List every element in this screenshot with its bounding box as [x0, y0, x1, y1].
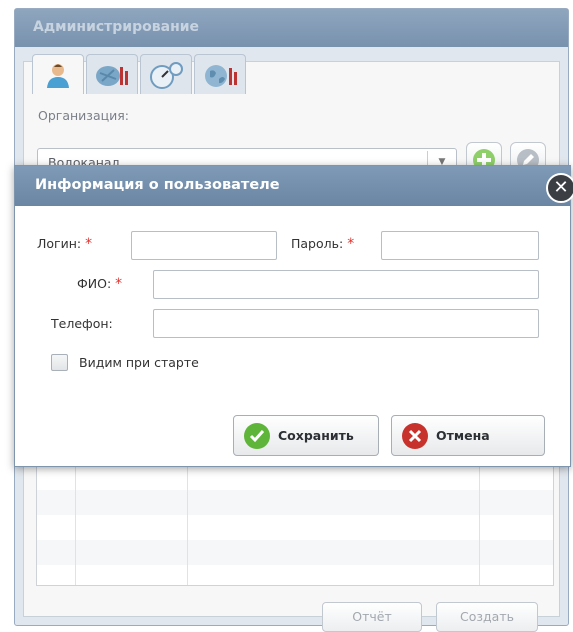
admin-title: Администрирование	[15, 9, 568, 47]
table-row[interactable]	[37, 515, 553, 540]
required-mark: *	[347, 236, 355, 252]
visible-on-start-label: Видим при старте	[79, 355, 199, 370]
table-divider	[479, 465, 480, 585]
fio-input[interactable]	[153, 270, 539, 299]
cancel-button[interactable]: Отмена	[391, 415, 545, 456]
create-button[interactable]: Создать	[436, 602, 538, 632]
globe-icon	[205, 64, 237, 87]
login-label: Логин: *	[37, 236, 93, 252]
dialog-header: Информация о пользователе ✕	[15, 166, 573, 206]
check-icon	[244, 422, 270, 449]
cancel-label: Отмена	[436, 428, 490, 443]
table-row[interactable]	[37, 465, 553, 490]
users-table	[36, 464, 554, 586]
cancel-icon	[402, 422, 428, 449]
tab-network[interactable]	[86, 54, 138, 94]
organization-label: Организация:	[38, 108, 129, 123]
table-divider	[75, 465, 76, 585]
password-label: Пароль: *	[291, 236, 355, 252]
dialog-title: Информация о пользователе	[35, 177, 280, 193]
gauge-icon	[150, 61, 183, 89]
report-button[interactable]: Отчёт	[322, 602, 422, 632]
user-icon	[47, 63, 69, 88]
phone-label: Телефон:	[51, 316, 113, 331]
phone-input[interactable]	[153, 309, 539, 338]
visible-on-start-checkbox[interactable]	[51, 354, 68, 371]
table-divider	[187, 465, 188, 585]
password-input[interactable]	[381, 231, 539, 260]
fio-label: ФИО: *	[77, 276, 123, 292]
table-row[interactable]	[37, 490, 553, 515]
required-mark: *	[115, 276, 123, 292]
required-mark: *	[85, 236, 93, 252]
tab-map[interactable]	[194, 54, 246, 94]
save-label: Сохранить	[278, 428, 354, 443]
table-row[interactable]	[37, 540, 553, 565]
tab-gauges[interactable]	[140, 54, 192, 94]
login-input[interactable]	[131, 231, 277, 260]
save-button[interactable]: Сохранить	[233, 415, 379, 456]
tab-users[interactable]	[32, 54, 84, 94]
user-info-dialog: Информация о пользователе ✕ Логин: * Пар…	[14, 165, 573, 467]
admin-tabs	[32, 54, 246, 94]
network-icon	[96, 65, 128, 86]
close-icon[interactable]: ✕	[546, 173, 573, 203]
